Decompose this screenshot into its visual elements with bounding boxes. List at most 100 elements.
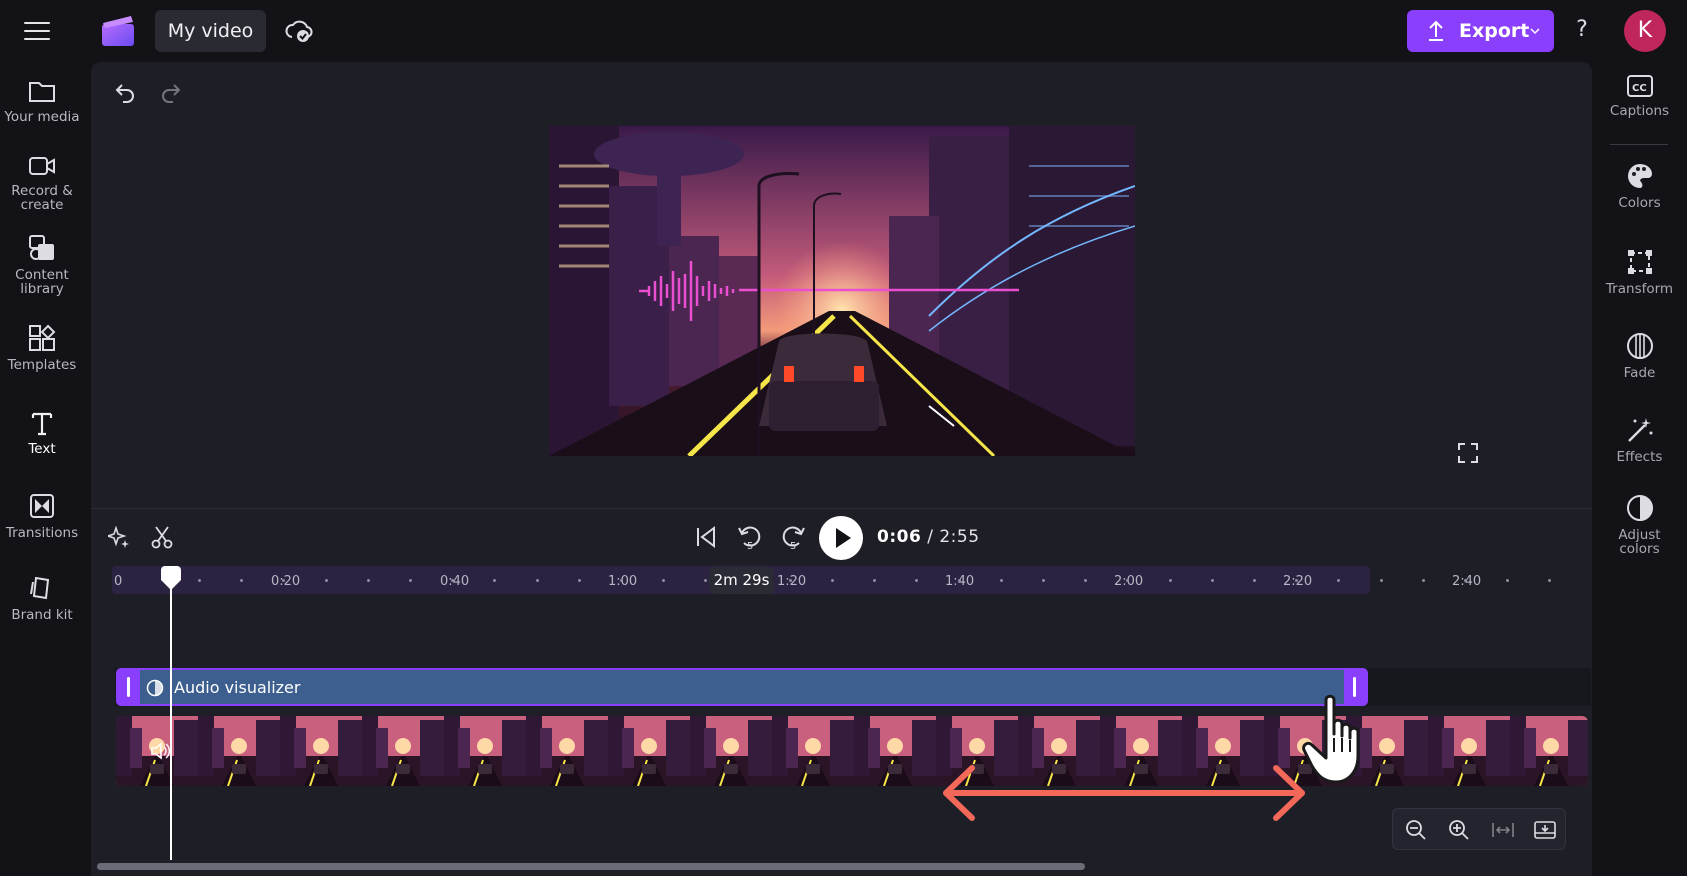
right-sidebar: CC Captions Colors Transform Fade Effect… xyxy=(1592,62,1687,876)
fade-icon xyxy=(1626,333,1653,359)
ruler-tick: 0:20 xyxy=(271,574,301,589)
filmstrip-frame xyxy=(1510,716,1588,786)
volume-icon[interactable] xyxy=(150,742,170,760)
ruler-dot xyxy=(324,579,328,582)
video-preview[interactable] xyxy=(549,126,1135,456)
total-time: 2:55 xyxy=(939,527,980,547)
chevron-down-icon xyxy=(1530,28,1540,35)
clip-left-handle[interactable] xyxy=(118,670,140,704)
ruler-dot xyxy=(1464,579,1467,582)
camera-icon xyxy=(29,157,55,175)
sidebar-item-templates[interactable]: Templates xyxy=(0,324,84,372)
filmstrip-frame xyxy=(362,716,444,786)
timeline-divider xyxy=(91,508,1592,509)
svg-text:5: 5 xyxy=(790,541,796,551)
export-label: Export xyxy=(1459,20,1530,42)
palette-icon xyxy=(1627,164,1652,188)
ruler-dot xyxy=(620,579,623,582)
sidebar-item-transitions[interactable]: Transitions xyxy=(0,492,84,540)
filmstrip-frame xyxy=(690,716,772,786)
sidebar-item-brand-kit[interactable]: Brand kit xyxy=(0,574,84,622)
sidebar-item-captions[interactable]: CC Captions xyxy=(1592,74,1687,118)
forward-5s-icon[interactable]: 5 xyxy=(780,523,806,551)
left-sidebar: Your media Record & create Content libra… xyxy=(0,62,84,876)
filmstrip-frame xyxy=(198,716,280,786)
sidebar-item-text[interactable]: Text xyxy=(0,410,84,456)
library-icon xyxy=(29,235,54,260)
ruler-dot xyxy=(1210,579,1214,582)
folder-icon xyxy=(29,82,55,102)
time-display: 0:06 / 2:55 xyxy=(877,527,980,547)
magic-wand-icon xyxy=(1627,418,1652,442)
double-arrow-annotation xyxy=(943,765,1305,821)
sidebar-item-transform[interactable]: Transform xyxy=(1592,248,1687,296)
filmstrip-frame xyxy=(772,716,854,786)
fullscreen-icon[interactable] xyxy=(1457,442,1479,464)
sidebar-item-fade[interactable]: Fade xyxy=(1592,332,1687,380)
duration-tooltip: 2m 29s xyxy=(709,567,774,594)
filmstrip-frame xyxy=(854,716,936,786)
svg-text:5: 5 xyxy=(747,541,753,551)
horizontal-scrollbar[interactable] xyxy=(97,863,1085,870)
cloud-saved-icon[interactable] xyxy=(285,18,313,44)
adjust-colors-icon xyxy=(1626,495,1653,521)
project-title-button[interactable]: My video xyxy=(155,10,266,52)
text-icon xyxy=(31,412,53,436)
sidebar-item-colors[interactable]: Colors xyxy=(1592,162,1687,210)
fit-to-width-icon[interactable] xyxy=(1491,819,1515,841)
zoom-in-icon[interactable] xyxy=(1448,819,1470,841)
ruler-dot xyxy=(409,579,412,582)
transform-icon xyxy=(1627,250,1652,274)
playhead-line[interactable] xyxy=(170,580,172,860)
svg-text:CC: CC xyxy=(1632,83,1647,94)
effect-icon xyxy=(146,679,164,697)
ai-tools-icon[interactable] xyxy=(108,526,130,548)
sidebar-item-content-library[interactable]: Content library xyxy=(0,234,84,296)
audio-visualizer-clip[interactable]: Audio visualizer xyxy=(116,668,1368,706)
ruler-tick: 0:40 xyxy=(440,574,470,589)
ruler-dot xyxy=(999,579,1003,582)
sidebar-item-effects[interactable]: Effects xyxy=(1592,416,1687,464)
ruler-dot xyxy=(1168,579,1172,582)
zoom-out-icon[interactable] xyxy=(1405,819,1427,841)
top-bar: My video Export ? K xyxy=(0,0,1687,62)
expand-timeline-icon[interactable] xyxy=(1533,819,1557,841)
help-icon[interactable]: ? xyxy=(1572,16,1592,44)
sidebar-item-adjust-colors[interactable]: Adjust colors xyxy=(1592,494,1687,556)
templates-icon xyxy=(29,324,56,351)
ruler-dot xyxy=(1253,579,1256,582)
playhead-handle[interactable] xyxy=(159,566,183,592)
menu-icon[interactable] xyxy=(24,22,50,40)
ruler-dot xyxy=(535,579,539,582)
captions-icon: CC xyxy=(1626,75,1653,97)
sidebar-item-record-create[interactable]: Record & create xyxy=(0,154,84,212)
clipchamp-logo[interactable] xyxy=(100,14,136,48)
ruler-dot xyxy=(1379,579,1383,582)
transitions-icon xyxy=(30,494,54,518)
rewind-5s-icon[interactable]: 5 xyxy=(737,523,763,551)
sidebar-divider xyxy=(1610,144,1668,145)
ruler-dot xyxy=(1042,579,1045,582)
zoom-toolbar xyxy=(1392,808,1566,850)
filmstrip-frame xyxy=(526,716,608,786)
current-time: 0:06 xyxy=(877,527,922,547)
ruler-dot xyxy=(831,579,834,582)
filmstrip-frame xyxy=(444,716,526,786)
ruler-dot xyxy=(957,579,961,582)
ruler-dot xyxy=(788,579,792,582)
ruler-dot xyxy=(1421,579,1425,582)
filmstrip-frame xyxy=(608,716,690,786)
filmstrip-frame xyxy=(280,716,362,786)
split-icon[interactable] xyxy=(151,525,173,549)
sidebar-item-your-media[interactable]: Your media xyxy=(0,78,84,124)
clip-label: Audio visualizer xyxy=(174,678,301,697)
export-button[interactable]: Export xyxy=(1407,10,1554,52)
avatar[interactable]: K xyxy=(1624,10,1666,52)
redo-icon[interactable] xyxy=(159,80,183,104)
ruler-dot xyxy=(198,579,201,582)
upload-icon xyxy=(1429,20,1443,41)
undo-icon[interactable] xyxy=(113,80,137,104)
ruler-tick: 0 xyxy=(114,574,123,589)
play-button[interactable] xyxy=(819,516,863,560)
skip-to-start-icon[interactable] xyxy=(695,526,717,548)
